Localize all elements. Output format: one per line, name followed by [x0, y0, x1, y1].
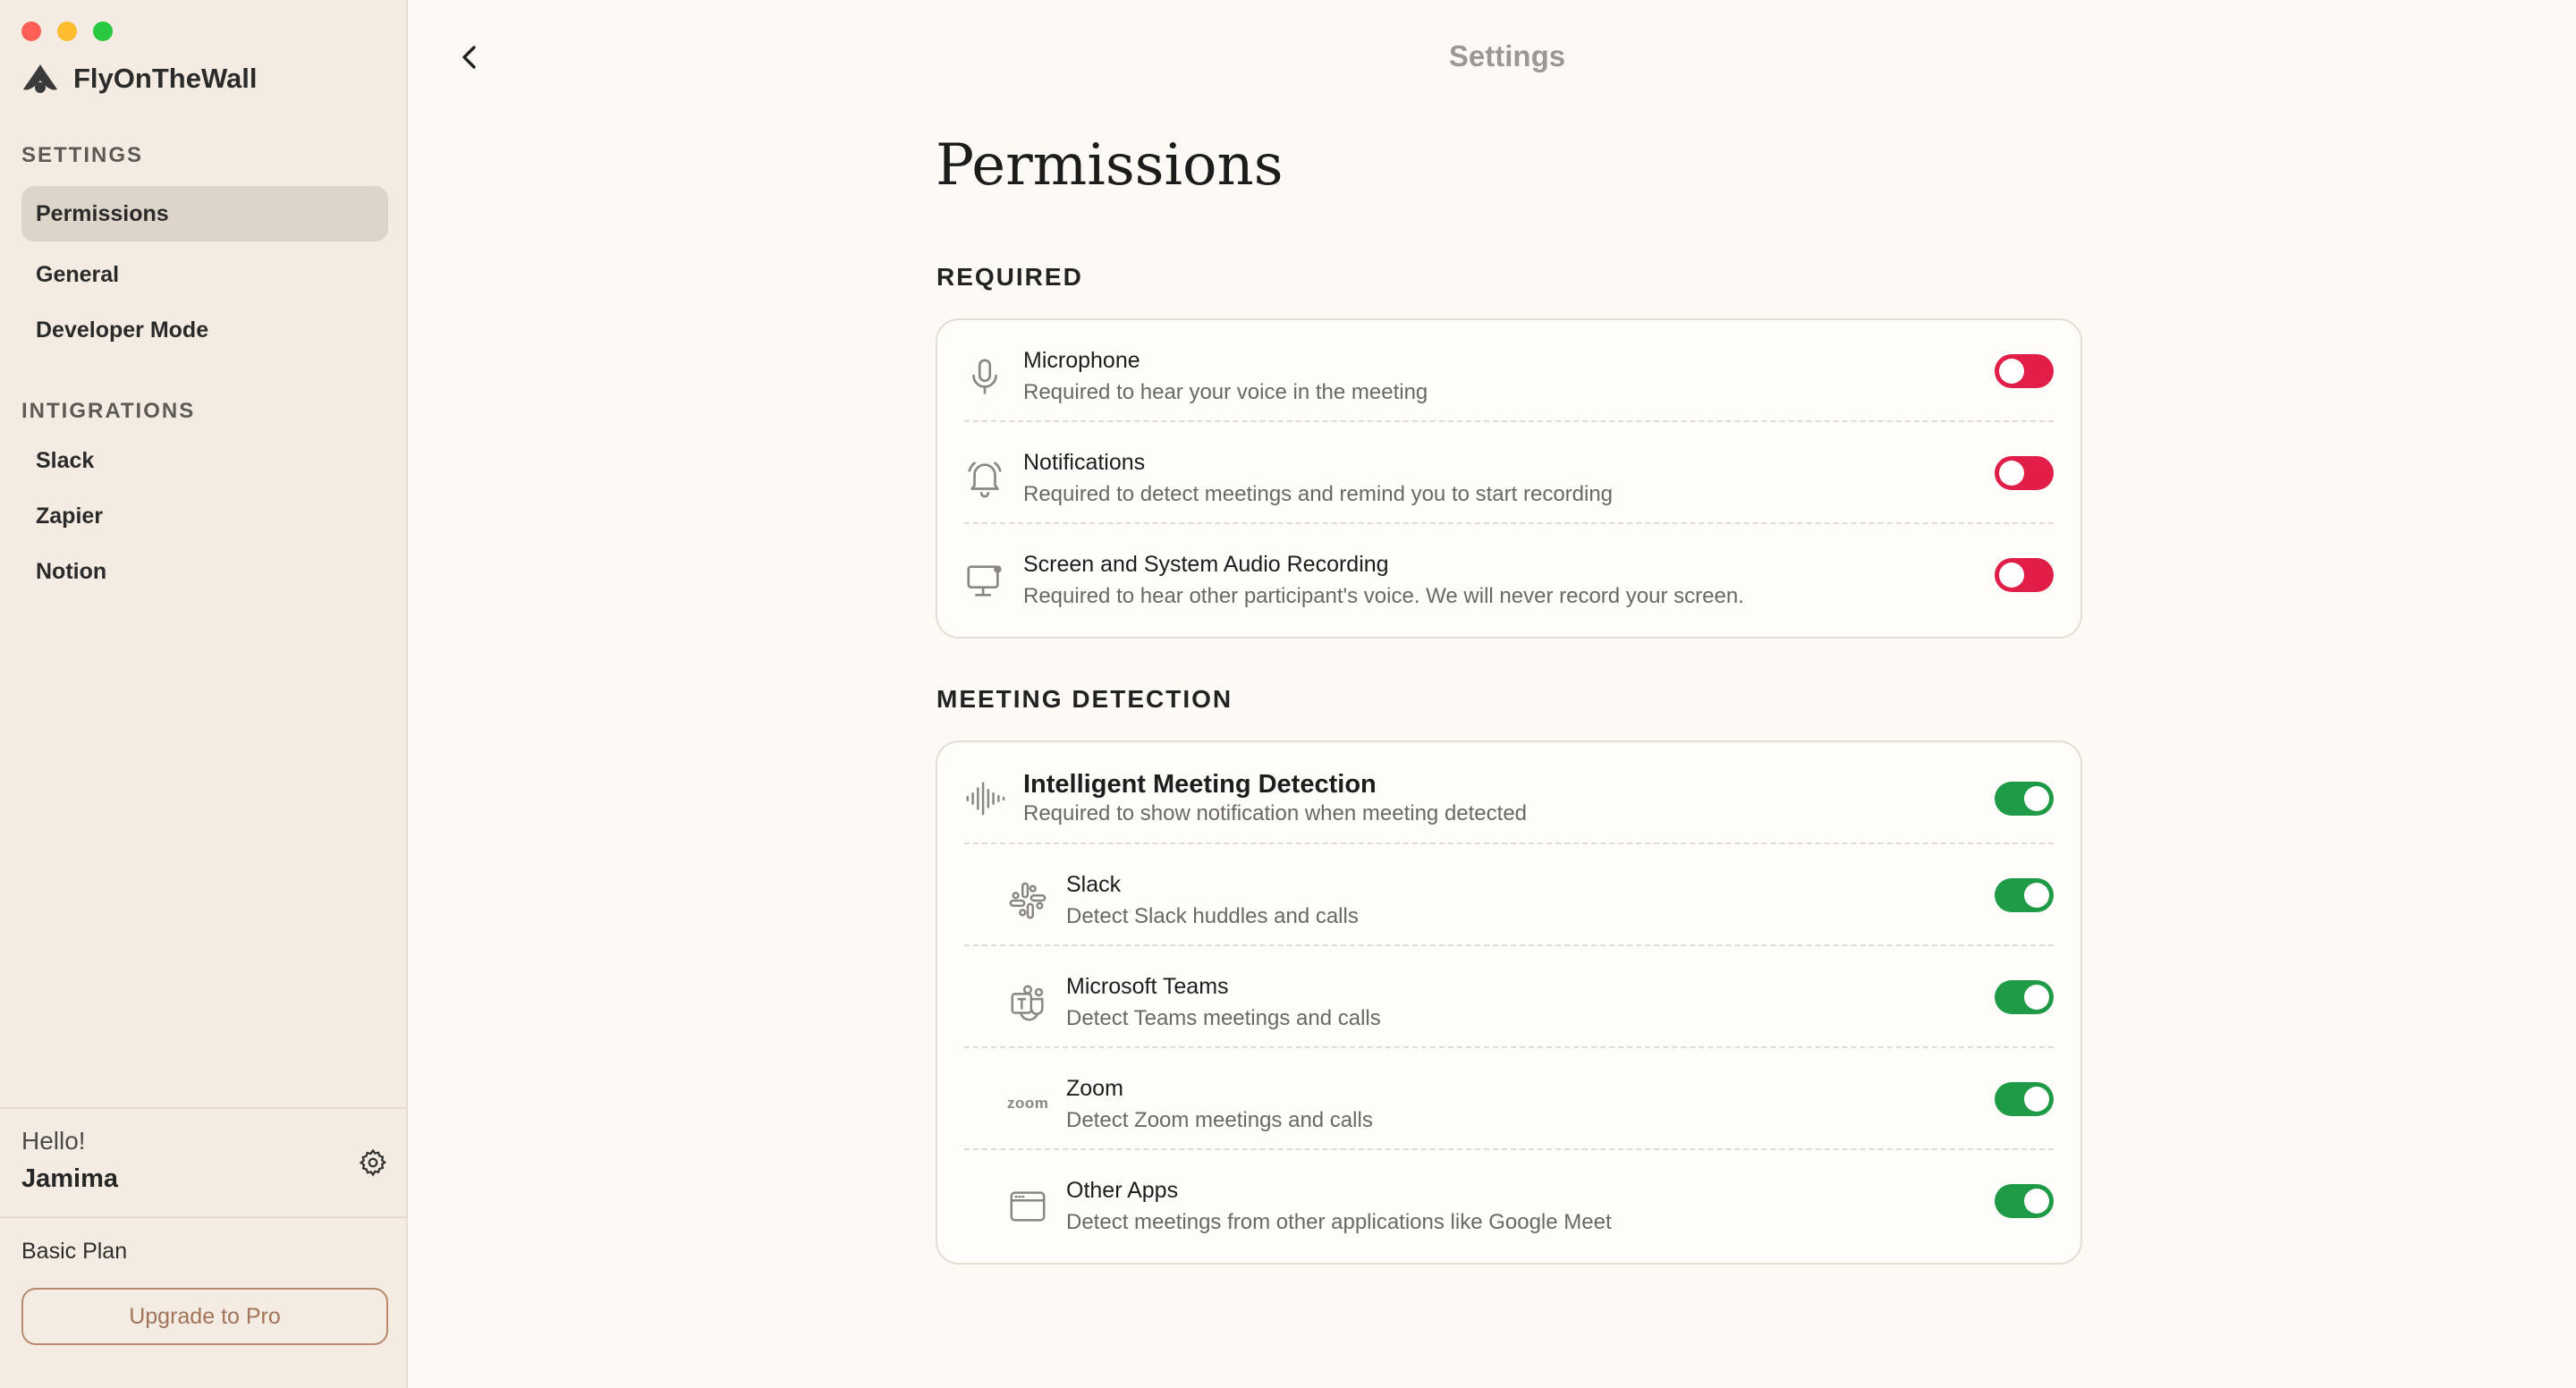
permission-row-screen-recording: Screen and System Audio Recording Requir… — [964, 524, 2054, 626]
detection-title: Zoom — [1066, 1076, 1123, 1101]
permission-title: Screen and System Audio Recording — [1023, 552, 1389, 577]
gear-icon[interactable] — [358, 1147, 388, 1178]
sidebar-item-label: Permissions — [36, 200, 169, 226]
meeting-detection-section-title: MEETING DETECTION — [936, 685, 1233, 713]
sidebar: FlyOnTheWall SETTINGS Permissions Genera… — [0, 0, 408, 1388]
greeting: Hello! — [21, 1127, 86, 1155]
fly-logo-icon — [20, 61, 61, 97]
sidebar-item-developer-mode[interactable]: Developer Mode — [21, 302, 388, 358]
detection-title: Intelligent Meeting Detection — [1023, 770, 1377, 799]
detection-row-slack: Slack Detect Slack huddles and calls — [964, 844, 2054, 946]
divider — [0, 1216, 408, 1218]
permission-title: Microphone — [1023, 348, 1140, 373]
plan-label: Basic Plan — [21, 1239, 128, 1264]
detection-title: Slack — [1066, 872, 1122, 897]
zoom-window-button[interactable] — [93, 21, 113, 41]
detection-title: Other Apps — [1066, 1178, 1179, 1203]
detection-row-zoom: zoom Zoom Detect Zoom meetings and calls — [964, 1048, 2054, 1150]
sidebar-item-label: Notion — [36, 558, 107, 584]
sidebar-item-notion[interactable]: Notion — [21, 544, 388, 599]
minimize-window-button[interactable] — [57, 21, 77, 41]
slack-detection-toggle[interactable] — [1995, 878, 2054, 912]
toggle-knob — [2024, 883, 2049, 908]
slack-icon — [1007, 880, 1048, 921]
sidebar-item-label: Slack — [36, 447, 95, 473]
detection-description: Detect Slack huddles and calls — [1066, 904, 1359, 928]
toggle-knob — [2024, 1189, 2049, 1214]
app-window-icon — [1007, 1186, 1048, 1227]
toggle-knob — [1999, 359, 2024, 384]
user-name: Jamima — [21, 1164, 119, 1193]
zoom-detection-toggle[interactable] — [1995, 1082, 2054, 1116]
notifications-toggle[interactable] — [1995, 456, 2054, 490]
upgrade-button[interactable]: Upgrade to Pro — [21, 1288, 388, 1345]
required-permissions-card: Microphone Required to hear your voice i… — [936, 318, 2082, 639]
monitor-icon — [964, 560, 1005, 601]
close-window-button[interactable] — [21, 21, 41, 41]
sidebar-item-label: Zapier — [36, 503, 104, 529]
sidebar-item-general[interactable]: General — [21, 247, 388, 302]
microphone-icon — [964, 356, 1005, 397]
waveform-icon — [964, 778, 1005, 819]
teams-detection-toggle[interactable] — [1995, 980, 2054, 1014]
window-controls — [21, 21, 113, 41]
page-title: Permissions — [936, 132, 1284, 199]
sidebar-item-label: Developer Mode — [36, 317, 209, 343]
screen-recording-toggle[interactable] — [1995, 558, 2054, 592]
toggle-knob — [2024, 1087, 2049, 1112]
sidebar-item-label: General — [36, 261, 120, 287]
zoom-icon: zoom — [1007, 1095, 1049, 1112]
toggle-knob — [1999, 563, 2024, 588]
detection-description: Detect Teams meetings and calls — [1066, 1006, 1381, 1030]
back-arrow-icon[interactable] — [452, 39, 487, 75]
sidebar-item-zapier[interactable]: Zapier — [21, 488, 388, 544]
integrations-section-label: INTIGRATIONS — [21, 399, 196, 423]
permission-row-microphone: Microphone Required to hear your voice i… — [964, 320, 2054, 422]
detection-description: Detect Zoom meetings and calls — [1066, 1108, 1373, 1132]
toggle-knob — [2024, 786, 2049, 811]
brand: FlyOnTheWall — [20, 61, 258, 97]
toggle-knob — [2024, 985, 2049, 1010]
divider — [0, 1107, 408, 1109]
detection-description: Detect meetings from other applications … — [1066, 1210, 1612, 1234]
detection-row-intelligent: Intelligent Meeting Detection Required t… — [964, 742, 2054, 844]
window-title: Settings — [1448, 39, 1566, 72]
toggle-knob — [1999, 461, 2024, 486]
permission-title: Notifications — [1023, 450, 1146, 475]
settings-section-label: SETTINGS — [21, 143, 144, 167]
teams-icon — [1007, 982, 1048, 1023]
permission-description: Required to hear other participant's voi… — [1023, 584, 1744, 608]
app-name: FlyOnTheWall — [73, 63, 258, 94]
detection-description: Required to show notification when meeti… — [1023, 801, 1528, 825]
permission-description: Required to hear your voice in the meeti… — [1023, 380, 1428, 404]
intelligent-detection-toggle[interactable] — [1995, 782, 2054, 816]
permission-description: Required to detect meetings and remind y… — [1023, 482, 1614, 506]
bell-icon — [964, 458, 1005, 499]
required-section-title: REQUIRED — [936, 263, 1083, 291]
detection-row-teams: Microsoft Teams Detect Teams meetings an… — [964, 946, 2054, 1048]
microphone-toggle[interactable] — [1995, 354, 2054, 388]
permission-row-notifications: Notifications Required to detect meeting… — [964, 422, 2054, 524]
sidebar-item-permissions[interactable]: Permissions — [21, 186, 388, 241]
detection-row-other-apps: Other Apps Detect meetings from other ap… — [964, 1150, 2054, 1252]
other-apps-detection-toggle[interactable] — [1995, 1184, 2054, 1218]
detection-title: Microsoft Teams — [1066, 974, 1229, 999]
sidebar-item-slack[interactable]: Slack — [21, 433, 388, 488]
meeting-detection-card: Intelligent Meeting Detection Required t… — [936, 741, 2082, 1265]
